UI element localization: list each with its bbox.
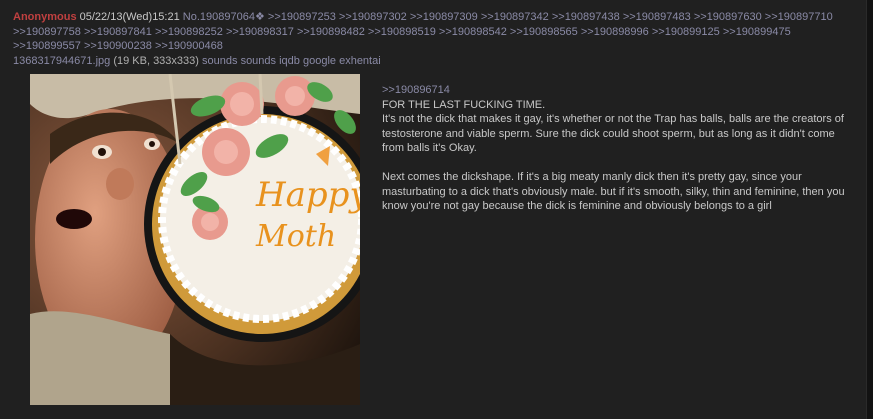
reply-link[interactable]: >>190899557: [13, 40, 81, 52]
reply-link[interactable]: >>190897302: [339, 11, 407, 23]
reply-link[interactable]: >>190898996: [581, 26, 649, 38]
post-datetime: 05/22/13(Wed)15:21: [79, 11, 180, 23]
reply-link[interactable]: >>190898542: [439, 26, 507, 38]
file-link-exhentai[interactable]: exhentai: [339, 55, 381, 67]
reply-link[interactable]: >>190897342: [481, 11, 549, 23]
reply-link[interactable]: >>190897438: [552, 11, 620, 23]
reply-link[interactable]: >>190900238: [84, 40, 152, 52]
file-link-sounds-1[interactable]: sounds: [202, 55, 237, 67]
reply-link[interactable]: >>190897483: [623, 11, 691, 23]
reply-link[interactable]: >>190898519: [368, 26, 436, 38]
post-image-thumbnail[interactable]: Happy Moth: [30, 74, 360, 405]
file-link-sounds-2[interactable]: sounds: [241, 55, 276, 67]
post-menu-icon[interactable]: ❖: [255, 11, 265, 23]
body-paragraph-2: Next comes the dickshape. If it's a big …: [382, 171, 845, 212]
cake-text-happy: Happy: [255, 175, 360, 215]
file-info: 1368317944671.jpg (19 KB, 333x333) sound…: [13, 55, 381, 67]
reply-link[interactable]: >>190898252: [155, 26, 223, 38]
post-info: Anonymous 05/22/13(Wed)15:21 No.19089706…: [13, 10, 858, 68]
file-meta: (19 KB, 333x333): [113, 54, 199, 67]
file-link-iqdb[interactable]: iqdb: [279, 55, 300, 67]
reply-link[interactable]: >>190898565: [510, 26, 578, 38]
cake-text-moth: Moth: [255, 219, 336, 254]
reply-link[interactable]: >>190897841: [84, 26, 152, 38]
reply-link[interactable]: >>190897309: [410, 11, 478, 23]
post-body: >>190896714 FOR THE LAST FUCKING TIME. It…: [382, 83, 857, 228]
reply-link[interactable]: >>190898482: [297, 26, 365, 38]
file-name-link[interactable]: 1368317944671.jpg: [13, 55, 110, 67]
reply-link[interactable]: >>190898317: [226, 26, 294, 38]
quote-link[interactable]: >>190896714: [382, 83, 857, 98]
reply-link[interactable]: >>190899125: [652, 26, 720, 38]
body-paragraph-1: FOR THE LAST FUCKING TIME. It's not the d…: [382, 98, 844, 155]
reply-link[interactable]: >>190897710: [765, 11, 833, 23]
post-container: Anonymous 05/22/13(Wed)15:21 No.19089706…: [0, 0, 867, 419]
file-link-google[interactable]: google: [303, 55, 336, 67]
reply-link[interactable]: >>190897630: [694, 11, 762, 23]
poster-name: Anonymous: [13, 11, 77, 23]
post-number-link[interactable]: No.190897064: [183, 11, 255, 23]
reply-link[interactable]: >>190897253: [268, 11, 336, 23]
reply-link[interactable]: >>190897758: [13, 26, 81, 38]
reply-link[interactable]: >>190899475: [723, 26, 791, 38]
reply-link[interactable]: >>190900468: [155, 40, 223, 52]
